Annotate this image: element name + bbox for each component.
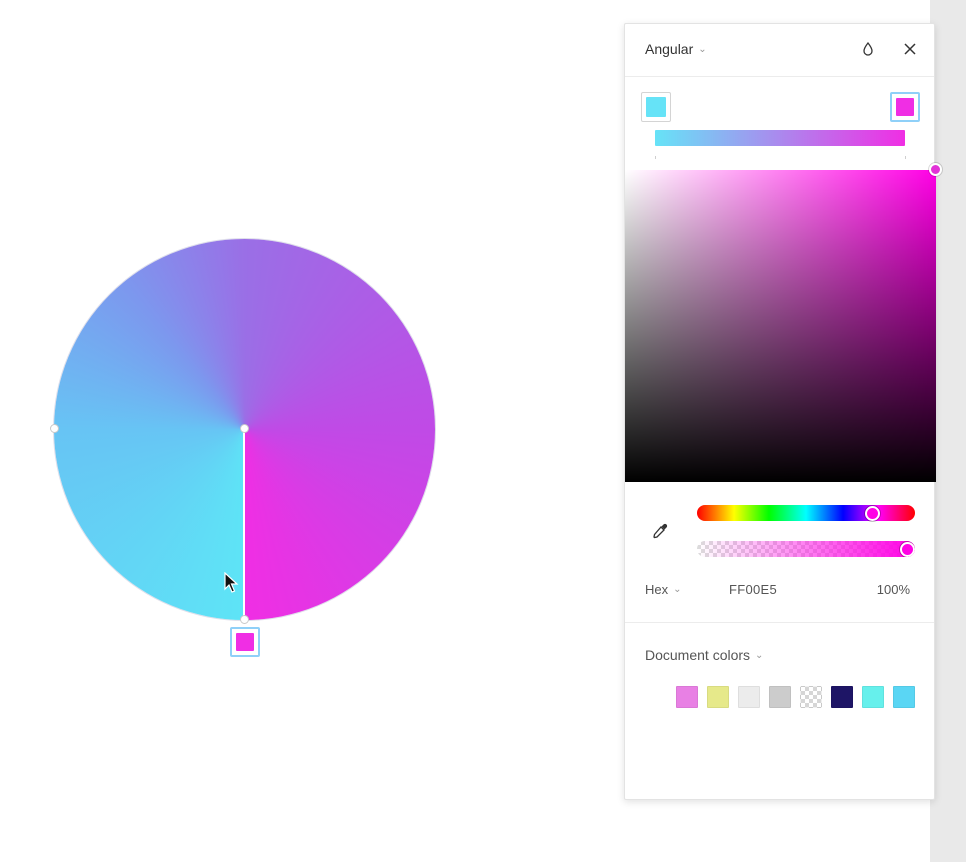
opacity-slider-thumb[interactable] [900, 542, 915, 557]
hex-value-input[interactable]: FF00E5 [729, 582, 777, 597]
chevron-down-icon: ⌄ [698, 43, 707, 55]
canvas-color-stop-marker[interactable] [230, 627, 260, 657]
mouse-cursor-icon [224, 572, 239, 593]
document-color-swatch[interactable] [831, 686, 853, 708]
opacity-value-input[interactable]: 100% [877, 582, 910, 597]
saturation-brightness-area[interactable] [625, 170, 936, 482]
color-picker-panel: Angular ⌄ Hex ⌄ FF00E5 100% Document col… [624, 23, 942, 800]
hue-slider[interactable] [697, 505, 915, 521]
color-format-label: Hex [645, 582, 669, 597]
close-icon[interactable] [899, 38, 921, 60]
document-colors-dropdown[interactable]: Document colors ⌄ [645, 647, 763, 663]
gradient-edge-handle[interactable] [50, 424, 59, 433]
document-color-swatch[interactable] [893, 686, 915, 708]
opacity-slider[interactable] [697, 541, 915, 557]
picker-header: Angular ⌄ [625, 24, 934, 77]
chevron-down-icon: ⌄ [755, 649, 764, 661]
gradient-type-dropdown[interactable]: Angular ⌄ [645, 41, 707, 57]
gradient-handle-line[interactable] [243, 428, 245, 621]
document-color-swatch[interactable] [800, 686, 822, 708]
droplet-icon[interactable] [857, 38, 879, 60]
stop-tick-end [905, 156, 906, 159]
gradient-stop-start-swatch [646, 97, 666, 117]
color-format-dropdown[interactable]: Hex ⌄ [645, 582, 682, 597]
document-color-swatch[interactable] [769, 686, 791, 708]
canvas-color-stop-swatch [236, 633, 254, 651]
gradient-stop-end[interactable] [890, 92, 920, 122]
eyedropper-icon[interactable] [647, 518, 673, 544]
section-divider [625, 622, 934, 623]
document-color-swatch[interactable] [862, 686, 884, 708]
document-color-swatch[interactable] [676, 686, 698, 708]
gradient-center-handle[interactable] [240, 424, 249, 433]
saturation-brightness-thumb[interactable] [929, 163, 942, 176]
stop-tick-start [655, 156, 656, 159]
gradient-type-label: Angular [645, 41, 694, 57]
document-color-swatch[interactable] [738, 686, 760, 708]
gradient-stop-start[interactable] [641, 92, 671, 122]
gradient-end-handle[interactable] [240, 615, 249, 624]
document-colors-swatches [676, 686, 915, 708]
gradient-stop-end-swatch [896, 98, 914, 116]
chevron-down-icon: ⌄ [673, 584, 682, 595]
hue-slider-thumb[interactable] [865, 506, 881, 521]
document-colors-label: Document colors [645, 647, 751, 663]
gradient-preview-bar[interactable] [655, 130, 905, 146]
document-color-swatch[interactable] [707, 686, 729, 708]
